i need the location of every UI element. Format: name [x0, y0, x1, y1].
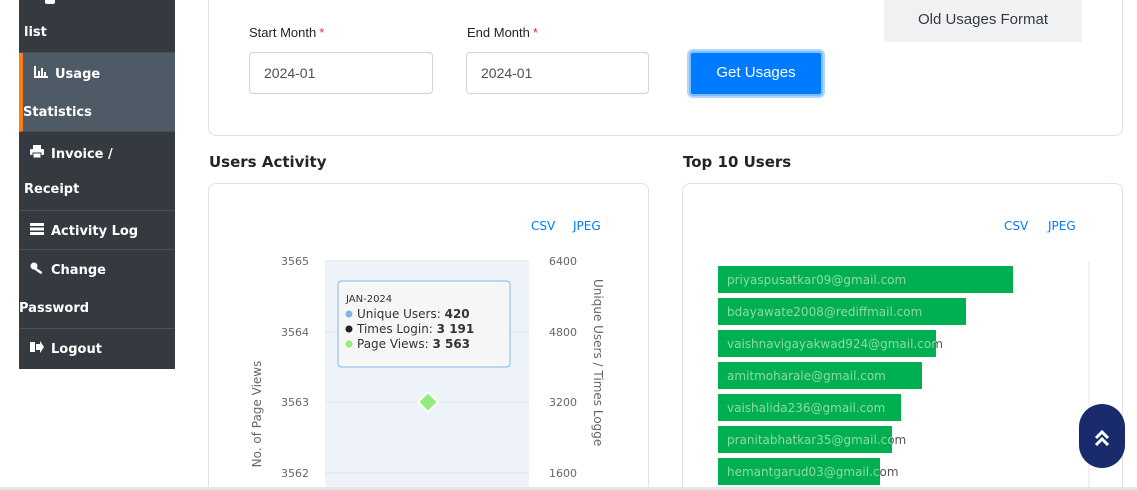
start-month-input[interactable]: 2024-01 — [249, 52, 433, 94]
user-bar-label: vaishnavigayakwad924@gmail.com — [727, 337, 943, 351]
print-icon — [29, 145, 45, 161]
user-bar-label: amitmoharale@gmail.com — [727, 369, 886, 383]
key-icon — [29, 262, 45, 277]
sidebar-item-label: Logout — [51, 342, 102, 357]
sidebar-item-label: Activity Log — [51, 224, 139, 239]
table-list-icon — [29, 223, 45, 238]
right-axis-tick: 6400 — [549, 255, 577, 268]
sidebar: list Usage Statistics Invoice / Receipt — [19, 0, 175, 369]
usage-statistics-page: list Usage Statistics Invoice / Receipt — [0, 0, 1137, 490]
sidebar-item-activity-log[interactable]: Activity Log — [19, 211, 175, 250]
left-axis-tick: 3565 — [281, 255, 309, 268]
left-axis-tick: 3563 — [281, 396, 309, 409]
sidebar-item-invoice-receipt[interactable]: Invoice / Receipt — [19, 132, 175, 211]
sidebar-item-label: Usage — [55, 67, 101, 82]
right-axis-label: Unique Users / Times Logge — [591, 279, 605, 446]
chart-tooltip: JAN-2024 Unique Users: 420Times Login: 3… — [337, 280, 511, 368]
top-users-title: Top 10 Users — [683, 153, 792, 171]
bar-chart-icon — [33, 66, 49, 81]
sidebar-item-change-password[interactable]: Change Password — [19, 250, 175, 329]
users-activity-chart: 3565 3564 3563 3562 6400 4800 3200 1600 No. of… — [250, 255, 605, 490]
tooltip-row: Unique Users: 420 — [357, 307, 470, 321]
sidebar-item-label: list — [24, 25, 47, 40]
sidebar-item-usage-statistics[interactable]: Usage Statistics — [19, 53, 175, 132]
scroll-to-top-button[interactable] — [1079, 404, 1125, 468]
old-usages-format-button[interactable]: Old Usages Format — [884, 0, 1082, 42]
get-usages-button[interactable]: Get Usages — [689, 51, 823, 96]
sidebar-item-logout[interactable]: Logout — [19, 329, 175, 369]
end-month-label: End Month * — [467, 25, 538, 40]
tooltip-row: Times Login: 3 191 — [356, 322, 474, 336]
tooltip-title: JAN-2024 — [345, 294, 392, 305]
tooltip-series-dot — [345, 310, 353, 318]
user-bar-label: priyaspusatkar09@gmail.com — [727, 273, 906, 287]
users-activity-card: CSV JPEG 3565 3564 3563 3562 6400 4800 3200 16… — [208, 183, 649, 490]
sidebar-item-label-line2: Password — [19, 301, 90, 316]
sign-out-icon — [29, 341, 45, 356]
right-axis-tick: 3200 — [549, 396, 577, 409]
start-month-label: Start Month * — [249, 25, 325, 40]
left-axis-label: No. of Page Views — [250, 361, 264, 468]
top-users-card: CSV JPEG priyaspusatkar09@gmail.compriya… — [682, 183, 1123, 490]
right-axis-tick: 1600 — [549, 467, 577, 480]
tooltip-row: Page Views: 3 563 — [357, 337, 470, 351]
double-chevron-up-icon — [1093, 424, 1111, 448]
left-axis-tick: 3564 — [281, 326, 309, 339]
end-month-input[interactable]: 2024-01 — [466, 52, 649, 94]
sidebar-item-label-line2: Receipt — [24, 182, 80, 197]
user-bar-label: vaishalida236@gmail.com — [727, 401, 885, 415]
users-activity-title: Users Activity — [209, 153, 327, 171]
user-bar-label: bdayawate2008@rediffmail.com — [727, 305, 922, 319]
sidebar-item-label-line2: Statistics — [23, 105, 92, 120]
sidebar-item-label: Change — [51, 263, 106, 278]
tooltip-series-dot — [345, 340, 353, 348]
top-users-chart: priyaspusatkar09@gmail.compriyaspusatkar… — [718, 262, 1090, 490]
sidebar-item-label: Invoice / — [51, 147, 113, 162]
tooltip-series-dot — [345, 325, 353, 333]
sidebar-item-list[interactable]: list — [19, 0, 175, 53]
user-bar-label: hemantgarud03@gmail.com — [727, 465, 899, 479]
left-axis-tick: 3562 — [281, 467, 309, 480]
user-bar-label: pranitabhatkar35@gmail.com — [727, 433, 906, 447]
right-axis-tick: 4800 — [549, 326, 577, 339]
